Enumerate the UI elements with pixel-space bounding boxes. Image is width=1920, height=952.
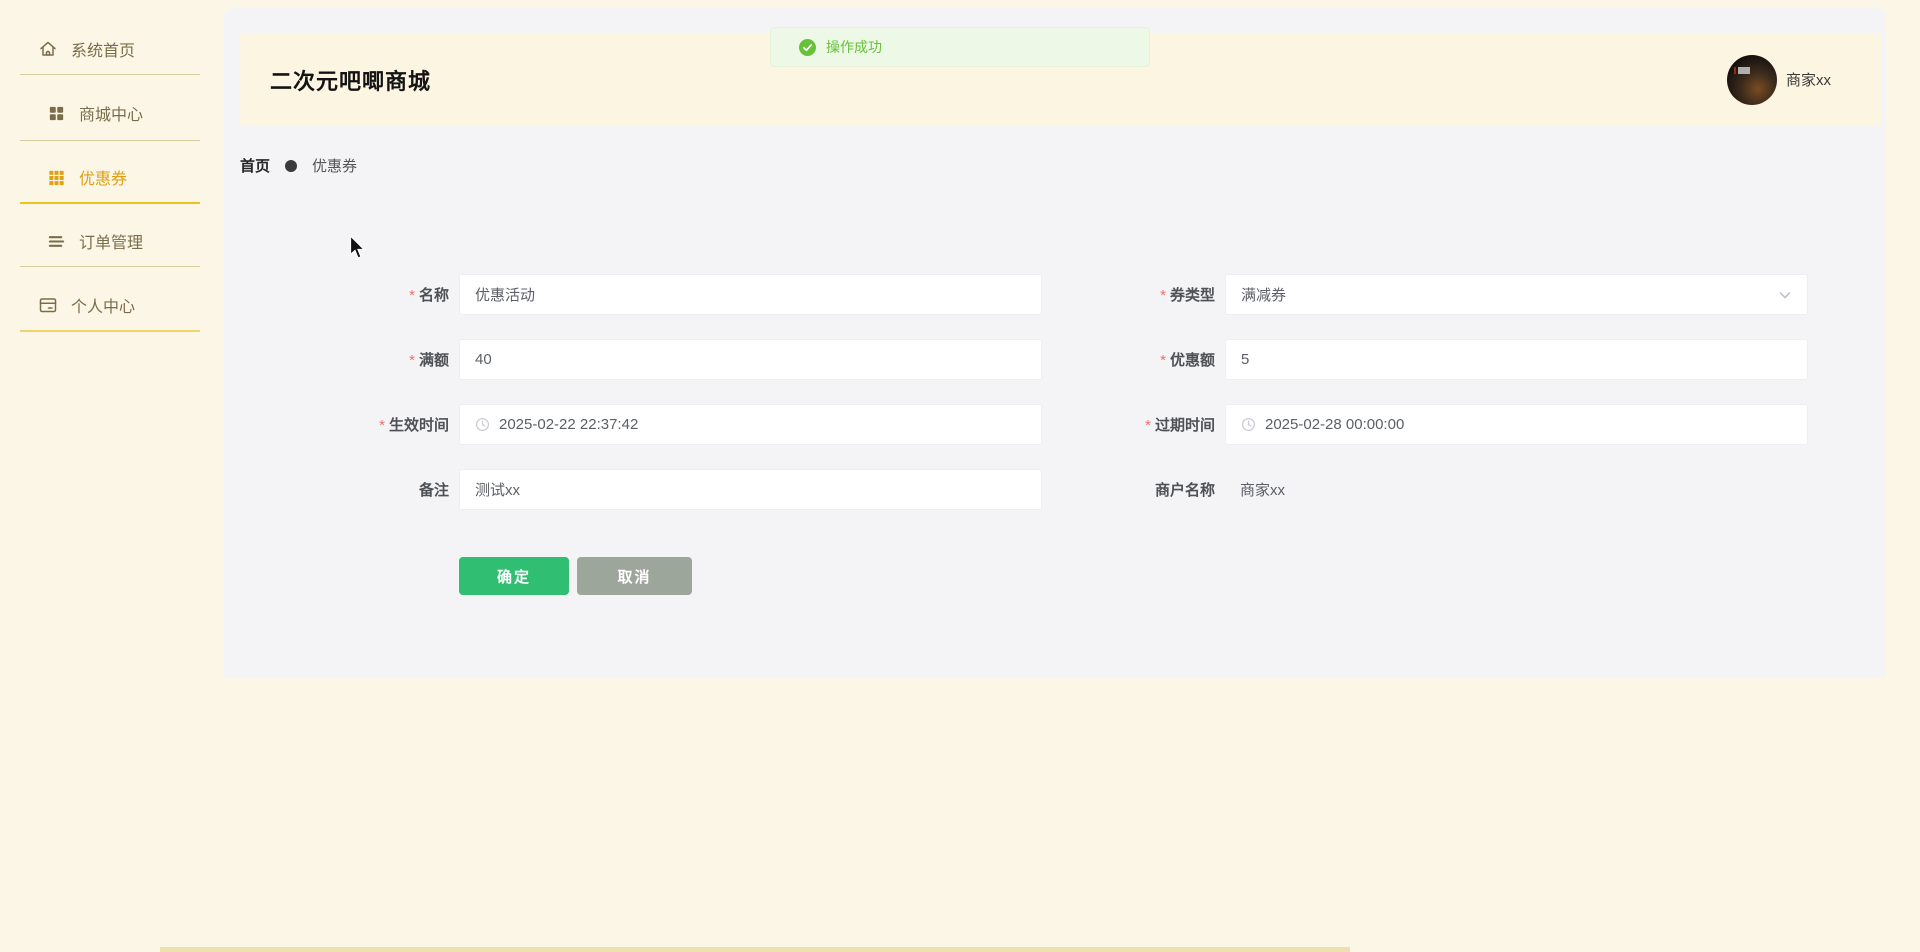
field-expire-time: * 过期时间 2025-02-28 00:00:00: [1075, 404, 1808, 445]
field-label: 商户名称: [1154, 482, 1215, 499]
sidebar-item-label: 优惠券: [79, 171, 128, 188]
sidebar-item-orders[interactable]: 订单管理: [47, 228, 143, 254]
field-merchant-name: 商户名称 商家xx: [1075, 469, 1808, 510]
breadcrumb: 首页 优惠券: [240, 155, 357, 176]
form-row: * 生效时间 2025-02-22 22:37:42 * 过期时间 2025-02-…: [309, 404, 1808, 445]
sidebar-item-label: 商城中心: [79, 107, 144, 124]
main-content-panel: 二次元吧唧商城 商家xx 首页 优惠券 *名称 *券类型 满减券: [224, 8, 1886, 677]
expire-time-picker[interactable]: 2025-02-28 00:00:00: [1225, 404, 1808, 445]
field-label: * 券类型: [1160, 287, 1215, 304]
chevron-down-icon: [1779, 291, 1791, 298]
form-row: *满额 *优惠额: [309, 339, 1808, 380]
breadcrumb-separator-dot: [285, 159, 298, 172]
field-label: * 名称: [409, 287, 449, 304]
card-icon: [39, 298, 57, 313]
coupon-grid-icon: [49, 170, 64, 185]
breadcrumb-current: 优惠券: [312, 158, 358, 175]
sidebar-item-label: 个人中心: [71, 299, 136, 316]
form-actions: 确定 取消: [459, 557, 692, 595]
list-icon: [48, 235, 65, 247]
success-toast: 操作成功: [770, 27, 1150, 67]
avatar[interactable]: [1726, 54, 1777, 105]
user-name: 商家xx: [1785, 72, 1831, 89]
coupon-type-selected-value: 满减券: [1241, 287, 1287, 304]
sidebar-item-coupons[interactable]: 优惠券: [47, 164, 127, 190]
home-icon: [40, 41, 56, 56]
sidebar-item-label: 系统首页: [71, 43, 136, 60]
sidebar-item-mall-center[interactable]: 商城中心: [47, 100, 143, 126]
sidebar-item-system-home[interactable]: 系统首页: [38, 36, 135, 62]
field-label: * 生效时间: [379, 417, 449, 434]
expire-time-value: 2025-02-28 00:00:00: [1265, 416, 1405, 433]
sidebar-divider: [20, 140, 200, 141]
sidebar-item-personal-center[interactable]: 个人中心: [38, 292, 135, 318]
required-marker: *: [1160, 352, 1166, 369]
discount-input[interactable]: [1225, 339, 1808, 380]
required-marker: *: [409, 287, 415, 304]
bottom-scroll-strip: [160, 947, 1350, 952]
clock-icon: [475, 417, 490, 432]
confirm-button[interactable]: 确定: [459, 557, 569, 595]
field-label: 备注: [418, 482, 449, 499]
toast-message: 操作成功: [826, 39, 882, 55]
sidebar-divider: [20, 74, 200, 75]
field-threshold: * 满额: [309, 339, 1042, 380]
field-remark: 备注: [309, 469, 1042, 510]
field-label: * 满额: [409, 352, 449, 369]
field-coupon-type: * 券类型 满减券: [1075, 274, 1808, 315]
required-marker: *: [1145, 417, 1151, 434]
threshold-input[interactable]: [459, 339, 1042, 380]
form-row: *名称 *券类型 满减券: [309, 274, 1808, 315]
required-marker: *: [1160, 287, 1166, 304]
remark-input[interactable]: [459, 469, 1042, 510]
merchant-name-value: 商家xx: [1240, 482, 1286, 499]
coupon-form: *名称 *券类型 满减券 *满额 *优惠额 *生: [309, 274, 1808, 534]
field-label: * 过期时间: [1145, 417, 1215, 434]
form-row: 备注 商户名称 商家xx: [309, 469, 1808, 510]
field-discount: * 优惠额: [1075, 339, 1808, 380]
cancel-button[interactable]: 取消: [577, 557, 692, 595]
sidebar: 系统首页 商城中心 优惠券 订单管理 个人中心: [0, 0, 224, 952]
effective-time-picker[interactable]: 2025-02-22 22:37:42: [459, 404, 1042, 445]
clock-icon: [1241, 417, 1256, 432]
sidebar-divider: [20, 330, 200, 332]
field-label: * 优惠额: [1160, 352, 1215, 369]
sidebar-active-underline: [20, 202, 200, 204]
page-title: 二次元吧唧商城: [270, 68, 432, 94]
breadcrumb-home[interactable]: 首页: [240, 155, 270, 176]
user-menu[interactable]: 商家xx: [1726, 54, 1831, 105]
coupon-type-select[interactable]: 满减券: [1225, 274, 1808, 315]
sidebar-divider: [20, 266, 200, 267]
name-input[interactable]: [459, 274, 1042, 315]
check-circle-icon: [799, 38, 816, 56]
effective-time-value: 2025-02-22 22:37:42: [499, 416, 639, 433]
merchant-name-value-wrap: 商家xx: [1225, 469, 1808, 510]
field-effective-time: * 生效时间 2025-02-22 22:37:42: [309, 404, 1042, 445]
required-marker: *: [379, 417, 385, 434]
required-marker: *: [409, 352, 415, 369]
grid-icon: [49, 106, 64, 120]
sidebar-item-label: 订单管理: [79, 235, 144, 252]
field-name: * 名称: [309, 274, 1042, 315]
